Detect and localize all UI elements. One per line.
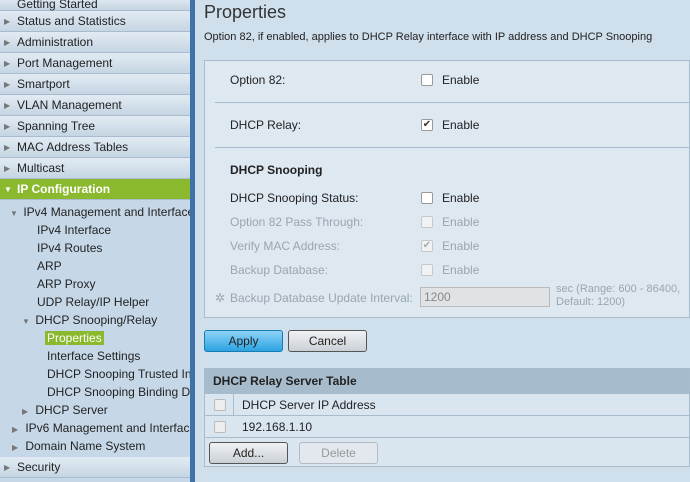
interval-range: sec (Range: 600 - 86400, Default: 1200) — [556, 283, 681, 308]
nav-snooping-binding[interactable]: DHCP Snooping Binding Database — [47, 383, 190, 401]
nav-label: Administration — [17, 35, 94, 49]
sidebar: Getting Started ▶ Status and Statistics ▶… — [0, 0, 190, 482]
nav-ipv4-interface[interactable]: IPv4 Interface — [37, 221, 111, 239]
add-button[interactable]: Add... — [209, 442, 288, 464]
expand-arrow-icon: ▶ — [4, 463, 11, 472]
column-divider — [233, 394, 234, 415]
nav-ipv6-management[interactable]: ▶ IPv6 Management and Interfaces — [12, 419, 190, 437]
table-row: 192.168.1.10 — [205, 416, 689, 438]
enable-label: Enable — [442, 215, 480, 229]
cancel-button[interactable]: Cancel — [288, 330, 367, 352]
apply-button[interactable]: Apply — [204, 330, 283, 352]
expand-arrow-icon: ▶ — [4, 164, 11, 173]
select-all-checkbox[interactable] — [214, 399, 226, 411]
main-content: Properties Option 82, if enabled, applie… — [195, 0, 690, 482]
nav-port-management[interactable]: ▶ Port Management — [0, 53, 190, 74]
nav-smartport[interactable]: ▶ Smartport — [0, 74, 190, 95]
nav-label: IPv4 Management and Interfaces — [23, 205, 190, 219]
backup-db-checkbox[interactable] — [421, 264, 433, 276]
option82-label: Option 82: — [230, 73, 286, 87]
expand-arrow-icon: ▶ — [4, 101, 11, 110]
nav-multicast[interactable]: ▶ Multicast — [0, 158, 190, 179]
nav-label: IP Configuration — [17, 182, 111, 196]
nav-dhcp-server[interactable]: ▶ DHCP Server — [22, 401, 108, 419]
pass-through-checkbox[interactable] — [421, 216, 433, 228]
enable-label: Enable — [442, 239, 480, 253]
nav-dhcp-snooping-relay[interactable]: ▼ DHCP Snooping/Relay — [22, 311, 157, 329]
nav-ip-configuration[interactable]: ▼ IP Configuration — [0, 179, 190, 200]
nav-domain-name-system[interactable]: ▶ Domain Name System — [12, 437, 145, 455]
dhcp-relay-checkbox[interactable]: ✔ — [421, 119, 433, 131]
nav-label: IPv6 Management and Interfaces — [25, 421, 190, 435]
nav-label: Smartport — [17, 77, 70, 91]
collapse-arrow-icon: ▼ — [22, 317, 30, 326]
collapse-arrow-icon: ▼ — [4, 185, 12, 194]
properties-form: Option 82: Enable DHCP Relay: ✔ Enable DHCP… — [204, 60, 690, 318]
expand-arrow-icon: ▶ — [4, 122, 11, 131]
nav-arp[interactable]: ARP — [37, 257, 62, 275]
nav-label: Status and Statistics — [17, 14, 126, 28]
enable-label: Enable — [442, 73, 480, 87]
interval-label: Backup Database Update Interval: — [230, 291, 413, 305]
interval-input[interactable]: 1200 — [420, 287, 550, 307]
nav-vlan-management[interactable]: ▶ VLAN Management — [0, 95, 190, 116]
server-ip-cell: 192.168.1.10 — [242, 420, 313, 434]
page-title: Properties — [204, 2, 287, 22]
enable-label: Enable — [442, 118, 480, 132]
expand-arrow-icon: ▶ — [4, 143, 11, 152]
nav-label: VLAN Management — [17, 98, 122, 112]
table-title: DHCP Relay Server Table — [205, 369, 689, 394]
enable-label: Enable — [442, 191, 480, 205]
nav-mac-address-tables[interactable]: ▶ MAC Address Tables — [0, 137, 190, 158]
expand-arrow-icon: ▶ — [4, 17, 11, 26]
expand-arrow-icon: ▶ — [4, 80, 11, 89]
expand-arrow-icon: ▶ — [12, 443, 19, 452]
dhcp-relay-label: DHCP Relay: — [230, 118, 302, 132]
expand-arrow-icon: ▶ — [4, 59, 11, 68]
verify-mac-checkbox[interactable]: ✔ — [421, 240, 433, 252]
nav-label: DHCP Server — [35, 403, 108, 417]
backup-db-label: Backup Database: — [230, 263, 329, 277]
page-description: Option 82, if enabled, applies to DHCP R… — [204, 31, 653, 43]
divider — [215, 147, 689, 148]
dhcp-relay-server-table: DHCP Relay Server Table DHCP Server IP A… — [204, 368, 690, 467]
nav-label: Multicast — [17, 161, 65, 175]
snooping-status-checkbox[interactable] — [421, 192, 433, 204]
nav-label: Security — [17, 460, 61, 474]
nav-label: DHCP Snooping/Relay — [35, 313, 158, 327]
nav-label: Port Management — [17, 56, 113, 70]
column-header: DHCP Server IP Address — [242, 398, 376, 412]
nav-arp-proxy[interactable]: ARP Proxy — [37, 275, 95, 293]
nav-security[interactable]: ▶ Security — [0, 457, 190, 478]
nav-status-and-statistics[interactable]: ▶ Status and Statistics — [0, 11, 190, 32]
nav-ipv4-routes[interactable]: IPv4 Routes — [37, 239, 102, 257]
expand-arrow-icon: ▶ — [4, 38, 11, 47]
nav-label: Domain Name System — [25, 439, 146, 453]
required-gear-icon: ✲ — [215, 291, 226, 305]
nav-label: Properties — [45, 331, 104, 345]
nav-label: Getting Started — [17, 0, 98, 11]
enable-label: Enable — [442, 263, 480, 277]
divider — [215, 102, 689, 103]
pass-through-label: Option 82 Pass Through: — [230, 215, 364, 229]
nav-properties[interactable]: Properties — [45, 329, 104, 347]
nav-label: Spanning Tree — [17, 119, 96, 133]
nav-spanning-tree[interactable]: ▶ Spanning Tree — [0, 116, 190, 137]
dhcp-snooping-heading: DHCP Snooping — [230, 163, 323, 177]
collapse-arrow-icon: ▼ — [10, 209, 18, 218]
nav-udp-relay[interactable]: UDP Relay/IP Helper — [37, 293, 149, 311]
delete-button[interactable]: Delete — [299, 442, 378, 464]
snooping-status-label: DHCP Snooping Status: — [230, 191, 359, 205]
nav-administration[interactable]: ▶ Administration — [0, 32, 190, 53]
nav-ipv4-management[interactable]: ▼ IPv4 Management and Interfaces — [10, 203, 190, 221]
table-header-row: DHCP Server IP Address — [205, 394, 689, 416]
verify-mac-label: Verify MAC Address: — [230, 239, 341, 253]
row-checkbox[interactable] — [214, 421, 226, 433]
nav-label: MAC Address Tables — [17, 140, 129, 154]
nav-interface-settings[interactable]: Interface Settings — [47, 347, 140, 365]
nav-snooping-trusted[interactable]: DHCP Snooping Trusted Interfaces — [47, 365, 190, 383]
nav-getting-started[interactable]: Getting Started — [0, 0, 190, 11]
option82-checkbox[interactable] — [421, 74, 433, 86]
